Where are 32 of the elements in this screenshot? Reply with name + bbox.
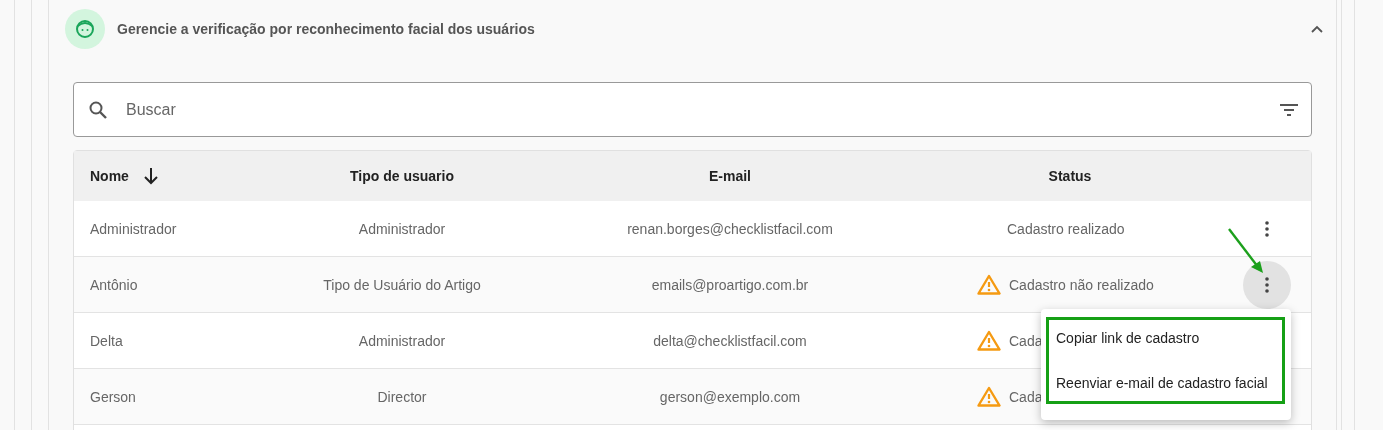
- status-text: Cada: [1009, 332, 1043, 349]
- more-icon: [1265, 220, 1269, 237]
- table-cell: Tipo de Usuário do Artigo: [323, 276, 481, 293]
- column-header[interactable]: Nome: [74, 167, 231, 185]
- table-cell: Administrador: [90, 220, 177, 237]
- column-header[interactable]: Status: [887, 168, 1253, 184]
- search-field[interactable]: Buscar: [73, 82, 1312, 137]
- table-cell: renan.borges@checklistfacil.com: [627, 220, 833, 237]
- table-cell: Administrador: [358, 220, 446, 237]
- face-icon: [65, 9, 105, 49]
- column-header[interactable]: Tipo de usuario: [231, 168, 573, 184]
- more-options-button[interactable]: [1243, 260, 1291, 309]
- table-cell: Administrador: [358, 332, 446, 349]
- filter-icon[interactable]: [1279, 102, 1299, 117]
- column-header[interactable]: E-mail: [573, 168, 887, 184]
- table-cell: Delta: [90, 332, 123, 349]
- annotation-arrow: [1227, 227, 1265, 275]
- menu-item[interactable]: Copiar link de cadastro: [1049, 320, 1282, 356]
- table-cell: Antônio: [90, 276, 138, 293]
- search-input[interactable]: Buscar: [124, 99, 1279, 120]
- table-cell: Director: [377, 388, 427, 405]
- status-text: Cadastro não realizado: [1009, 276, 1154, 293]
- menu-item[interactable]: Reenviar e-mail de cadastro facial: [1049, 365, 1282, 401]
- table-cell: gerson@exemplo.com: [659, 388, 801, 405]
- table-cell: emails@proartigo.com.br: [651, 276, 809, 293]
- status-text: Cada: [1009, 388, 1043, 405]
- status-text: Cadastro realizado: [1007, 220, 1125, 237]
- search-icon: [88, 99, 108, 120]
- panel-title: Gerencie a verificação por reconhecimento facial dos usuários: [117, 21, 535, 37]
- table-cell: delta@checklistfacil.com: [653, 332, 807, 349]
- more-icon: [1265, 276, 1269, 293]
- table-cell: Gerson: [90, 388, 136, 405]
